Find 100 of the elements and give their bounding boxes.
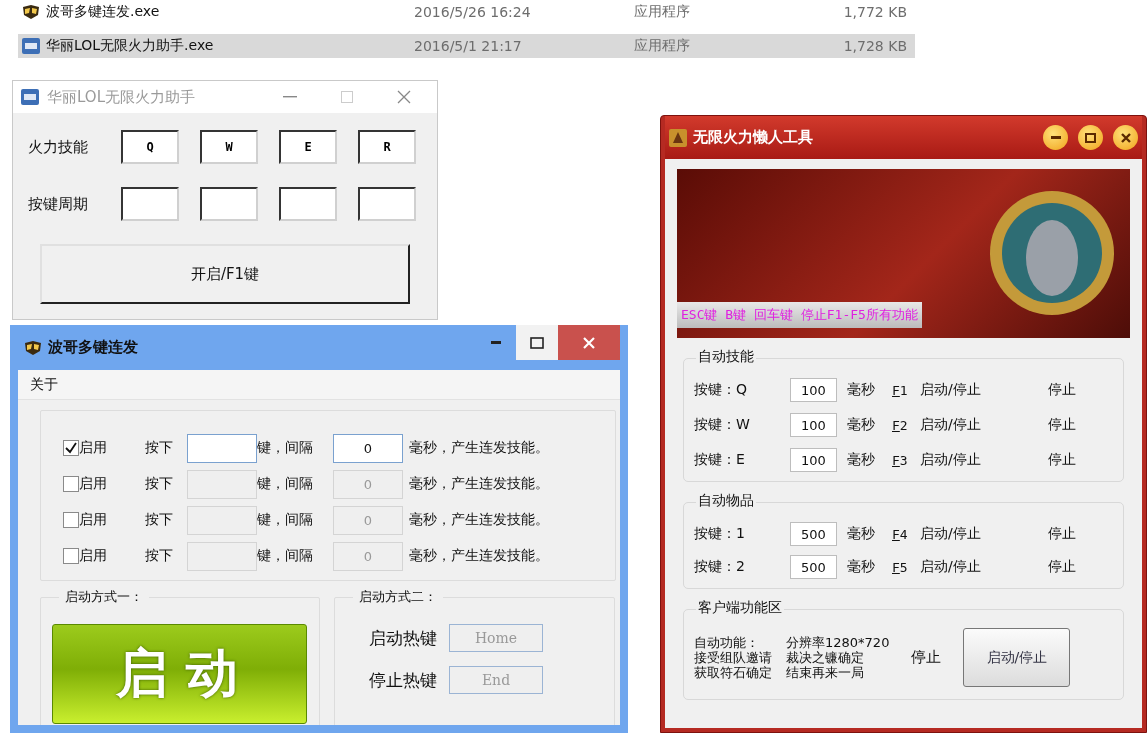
- interval-field[interactable]: 500: [790, 522, 837, 546]
- close-icon: [1120, 132, 1131, 143]
- feature-text: 获取符石确定: [694, 665, 772, 680]
- maximize-icon[interactable]: [530, 336, 544, 349]
- keyboard-icon: [22, 38, 40, 54]
- file-type: 应用程序: [634, 3, 691, 21]
- feature-text: 裁决之镰确定: [786, 650, 865, 665]
- press-label: 按下: [145, 547, 174, 565]
- unit-label: 毫秒: [847, 416, 876, 434]
- action-label: 启动/停止: [920, 416, 982, 434]
- file-size: 1,728 KB: [842, 38, 907, 54]
- window-title: 华丽LOL无限火力助手: [47, 87, 196, 107]
- hotkey-label: F2: [892, 417, 909, 433]
- group-title: 启动方式一：: [59, 588, 149, 606]
- unit-label: 毫秒: [847, 451, 876, 469]
- feature-text: 分辨率1280*720: [786, 635, 890, 650]
- action-label: 启动/停止: [920, 381, 982, 399]
- hotkey-label: F5: [892, 559, 909, 575]
- key-field[interactable]: Q: [121, 130, 179, 164]
- hotkey-label: F4: [892, 526, 909, 542]
- feature-text: 自动功能：: [694, 635, 760, 650]
- key-field[interactable]: [187, 541, 257, 571]
- minimize-button[interactable]: [1043, 125, 1068, 150]
- maximize-icon: [1085, 132, 1096, 143]
- checkbox[interactable]: [63, 476, 79, 492]
- minimize-icon[interactable]: [283, 96, 297, 98]
- file-name: 华丽LOL无限火力助手.exe: [46, 37, 214, 55]
- period-field[interactable]: [200, 187, 258, 221]
- interval-field[interactable]: 100: [790, 413, 837, 437]
- hotkey-label: F1: [892, 382, 909, 398]
- group-title: 自动物品: [696, 492, 756, 510]
- period-field[interactable]: [121, 187, 179, 221]
- key-label: 按键：Q: [694, 381, 749, 399]
- period-field[interactable]: [358, 187, 416, 221]
- interval-label: 键，间隔: [257, 439, 314, 457]
- toggle-button[interactable]: 启动/停止: [963, 628, 1071, 687]
- status-label: 停止: [1048, 451, 1076, 469]
- checkbox[interactable]: [63, 512, 79, 528]
- action-label: 启动/停止: [920, 558, 982, 576]
- suffix-text: 毫秒，产生连发技能。: [409, 511, 549, 529]
- group-title: 客户端功能区: [696, 599, 784, 617]
- row-label: 火力技能: [28, 137, 89, 157]
- group-title: 启动方式二：: [353, 588, 443, 606]
- keyboard-icon: [21, 89, 39, 105]
- row-label: 按键周期: [28, 194, 89, 214]
- start-button[interactable]: 开启/F1键: [40, 244, 410, 304]
- press-label: 按下: [145, 511, 174, 529]
- feature-text: 结束再来一局: [786, 665, 865, 680]
- minimize-icon: [1050, 136, 1061, 139]
- hotkey-label: F3: [892, 452, 909, 468]
- file-row[interactable]: 华丽LOL无限火力助手.exe 2016/5/1 21:17 应用程序 1,728 KB: [18, 34, 915, 58]
- key-field[interactable]: [187, 469, 257, 499]
- checkbox[interactable]: [63, 440, 79, 456]
- press-label: 按下: [145, 439, 174, 457]
- interval-field[interactable]: 100: [790, 448, 837, 472]
- hotkey-label: 停止热键: [369, 668, 437, 692]
- feature-text: 接受组队邀请: [694, 650, 772, 665]
- banner-caption: ESC键 B键 回车键 停止F1-F5所有功能: [677, 302, 922, 328]
- interval-field[interactable]: 500: [790, 555, 837, 579]
- checkbox[interactable]: [63, 548, 79, 564]
- app-icon: [24, 339, 42, 356]
- key-label: 按键：E: [694, 451, 746, 469]
- interval-label: 键，间隔: [257, 547, 314, 565]
- key-field[interactable]: E: [279, 130, 337, 164]
- enable-label: 启用: [79, 547, 108, 565]
- close-icon[interactable]: [397, 90, 411, 104]
- action-label: 启动/停止: [920, 451, 982, 469]
- menu-item[interactable]: 关于: [30, 375, 58, 394]
- suffix-text: 毫秒，产生连发技能。: [409, 475, 549, 493]
- status-label: 停止: [1048, 416, 1076, 434]
- file-date: 2016/5/1 21:17: [414, 38, 523, 54]
- interval-field[interactable]: 100: [790, 378, 837, 402]
- file-row[interactable]: 波哥多键连发.exe 2016/5/26 16:24 应用程序 1,772 KB: [18, 0, 915, 24]
- enable-label: 启用: [79, 511, 108, 529]
- press-label: 按下: [145, 475, 174, 493]
- key-label: 按键：W: [694, 416, 751, 434]
- interval-label: 键，间隔: [257, 511, 314, 529]
- app-icon: [22, 4, 40, 20]
- key-field[interactable]: [187, 505, 257, 535]
- key-label: 按键：1: [694, 525, 746, 543]
- key-field[interactable]: [187, 433, 257, 463]
- enable-label: 启用: [79, 439, 108, 457]
- status-label: 停止: [911, 648, 942, 667]
- interval-field[interactable]: 0: [333, 433, 403, 463]
- close-button[interactable]: [1113, 125, 1138, 150]
- group-title: 自动技能: [696, 348, 756, 366]
- maximize-button[interactable]: [1078, 125, 1103, 150]
- file-size: 1,772 KB: [842, 4, 907, 20]
- window-title: 波哥多键连发: [48, 338, 138, 357]
- unit-label: 毫秒: [847, 381, 876, 399]
- enable-label: 启用: [79, 475, 108, 493]
- status-label: 停止: [1048, 525, 1076, 543]
- window-title: 无限火力懒人工具: [693, 128, 814, 147]
- suffix-text: 毫秒，产生连发技能。: [409, 439, 549, 457]
- status-label: 停止: [1048, 558, 1076, 576]
- key-field[interactable]: R: [358, 130, 416, 164]
- period-field[interactable]: [279, 187, 337, 221]
- unit-label: 毫秒: [847, 558, 876, 576]
- key-field[interactable]: W: [200, 130, 258, 164]
- file-date: 2016/5/26 16:24: [414, 4, 532, 20]
